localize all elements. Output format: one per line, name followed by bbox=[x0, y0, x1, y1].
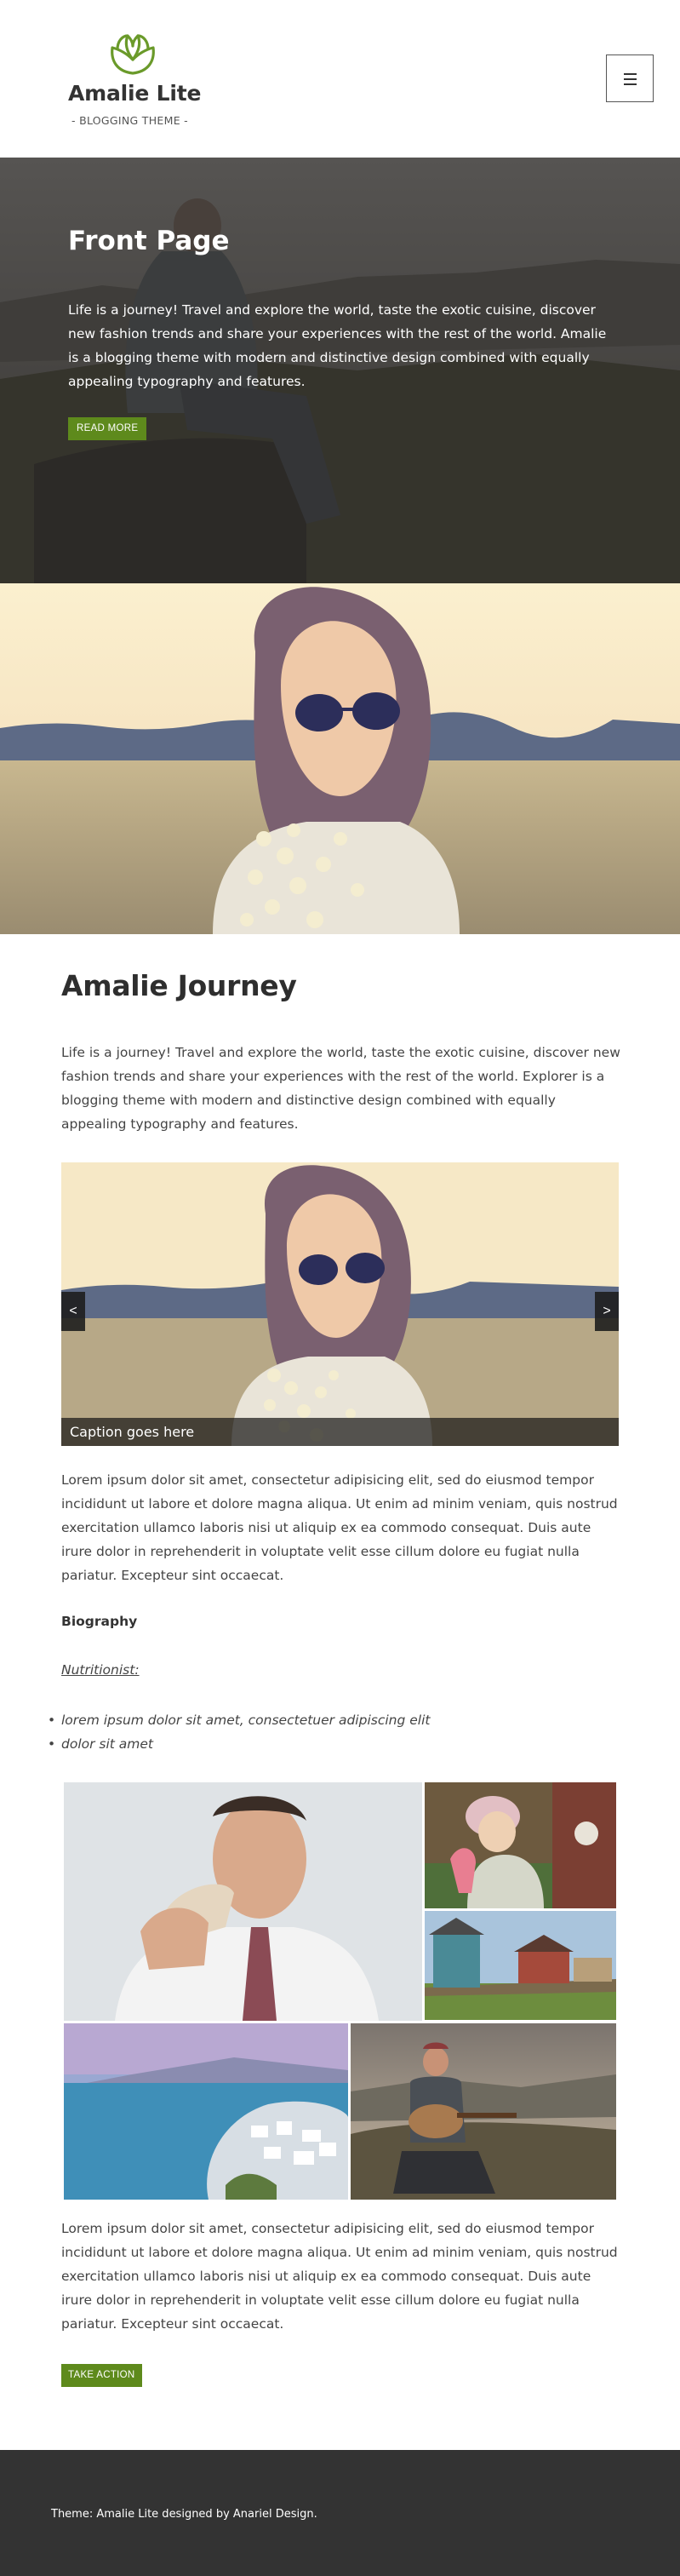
footer-credit[interactable]: Theme: Amalie Lite designed by Anariel D… bbox=[51, 2508, 317, 2521]
hero-title: Front Page bbox=[68, 226, 230, 256]
paragraph-2: Lorem ipsum dolor sit amet, consectetur … bbox=[61, 2221, 618, 2332]
read-more-button[interactable]: READ MORE bbox=[68, 417, 147, 440]
slider-image bbox=[61, 1162, 619, 1446]
gallery-image-houses[interactable] bbox=[425, 1911, 616, 2020]
nutritionist-label: Nutritionist: bbox=[61, 1662, 140, 1678]
site-header: Amalie Lite - BLOGGING THEME - bbox=[0, 0, 680, 158]
bullet-list: lorem ipsum dolor sit amet, consectetuer… bbox=[48, 1708, 431, 1756]
site-title[interactable]: Amalie Lite bbox=[68, 81, 201, 106]
gallery-image-santorini[interactable] bbox=[64, 2023, 348, 2200]
image-slider[interactable]: < > Caption goes here bbox=[61, 1162, 619, 1446]
gallery-image-girl-flamingo[interactable] bbox=[425, 1782, 616, 1908]
gallery-image-man-eating[interactable] bbox=[64, 1782, 422, 2021]
slider-prev-button[interactable]: < bbox=[61, 1292, 85, 1331]
paragraph-1: Lorem ipsum dolor sit amet, consectetur … bbox=[61, 1472, 618, 1583]
slider-next-button[interactable]: > bbox=[595, 1292, 619, 1331]
menu-toggle-button[interactable] bbox=[606, 55, 654, 102]
take-action-button[interactable]: TAKE ACTION bbox=[61, 2364, 142, 2387]
banner-image bbox=[0, 583, 680, 934]
list-item: lorem ipsum dolor sit amet, consectetuer… bbox=[48, 1708, 431, 1732]
list-item: dolor sit amet bbox=[48, 1732, 430, 1756]
hamburger-icon bbox=[624, 73, 637, 75]
site-tagline: - BLOGGING THEME - bbox=[71, 114, 188, 127]
gallery-image-guitarist[interactable] bbox=[351, 2023, 616, 2200]
hero-section: Front Page Life is a journey! Travel and… bbox=[0, 158, 680, 583]
article-title: Amalie Journey bbox=[61, 969, 297, 1002]
slider-caption: Caption goes here bbox=[61, 1418, 619, 1446]
article-intro: Life is a journey! Travel and explore th… bbox=[61, 1045, 620, 1132]
hero-text: Life is a journey! Travel and explore th… bbox=[68, 302, 607, 389]
rose-logo-icon[interactable] bbox=[106, 31, 160, 75]
site-footer: Theme: Amalie Lite designed by Anariel D… bbox=[0, 2450, 680, 2576]
biography-heading: Biography bbox=[61, 1614, 138, 1629]
